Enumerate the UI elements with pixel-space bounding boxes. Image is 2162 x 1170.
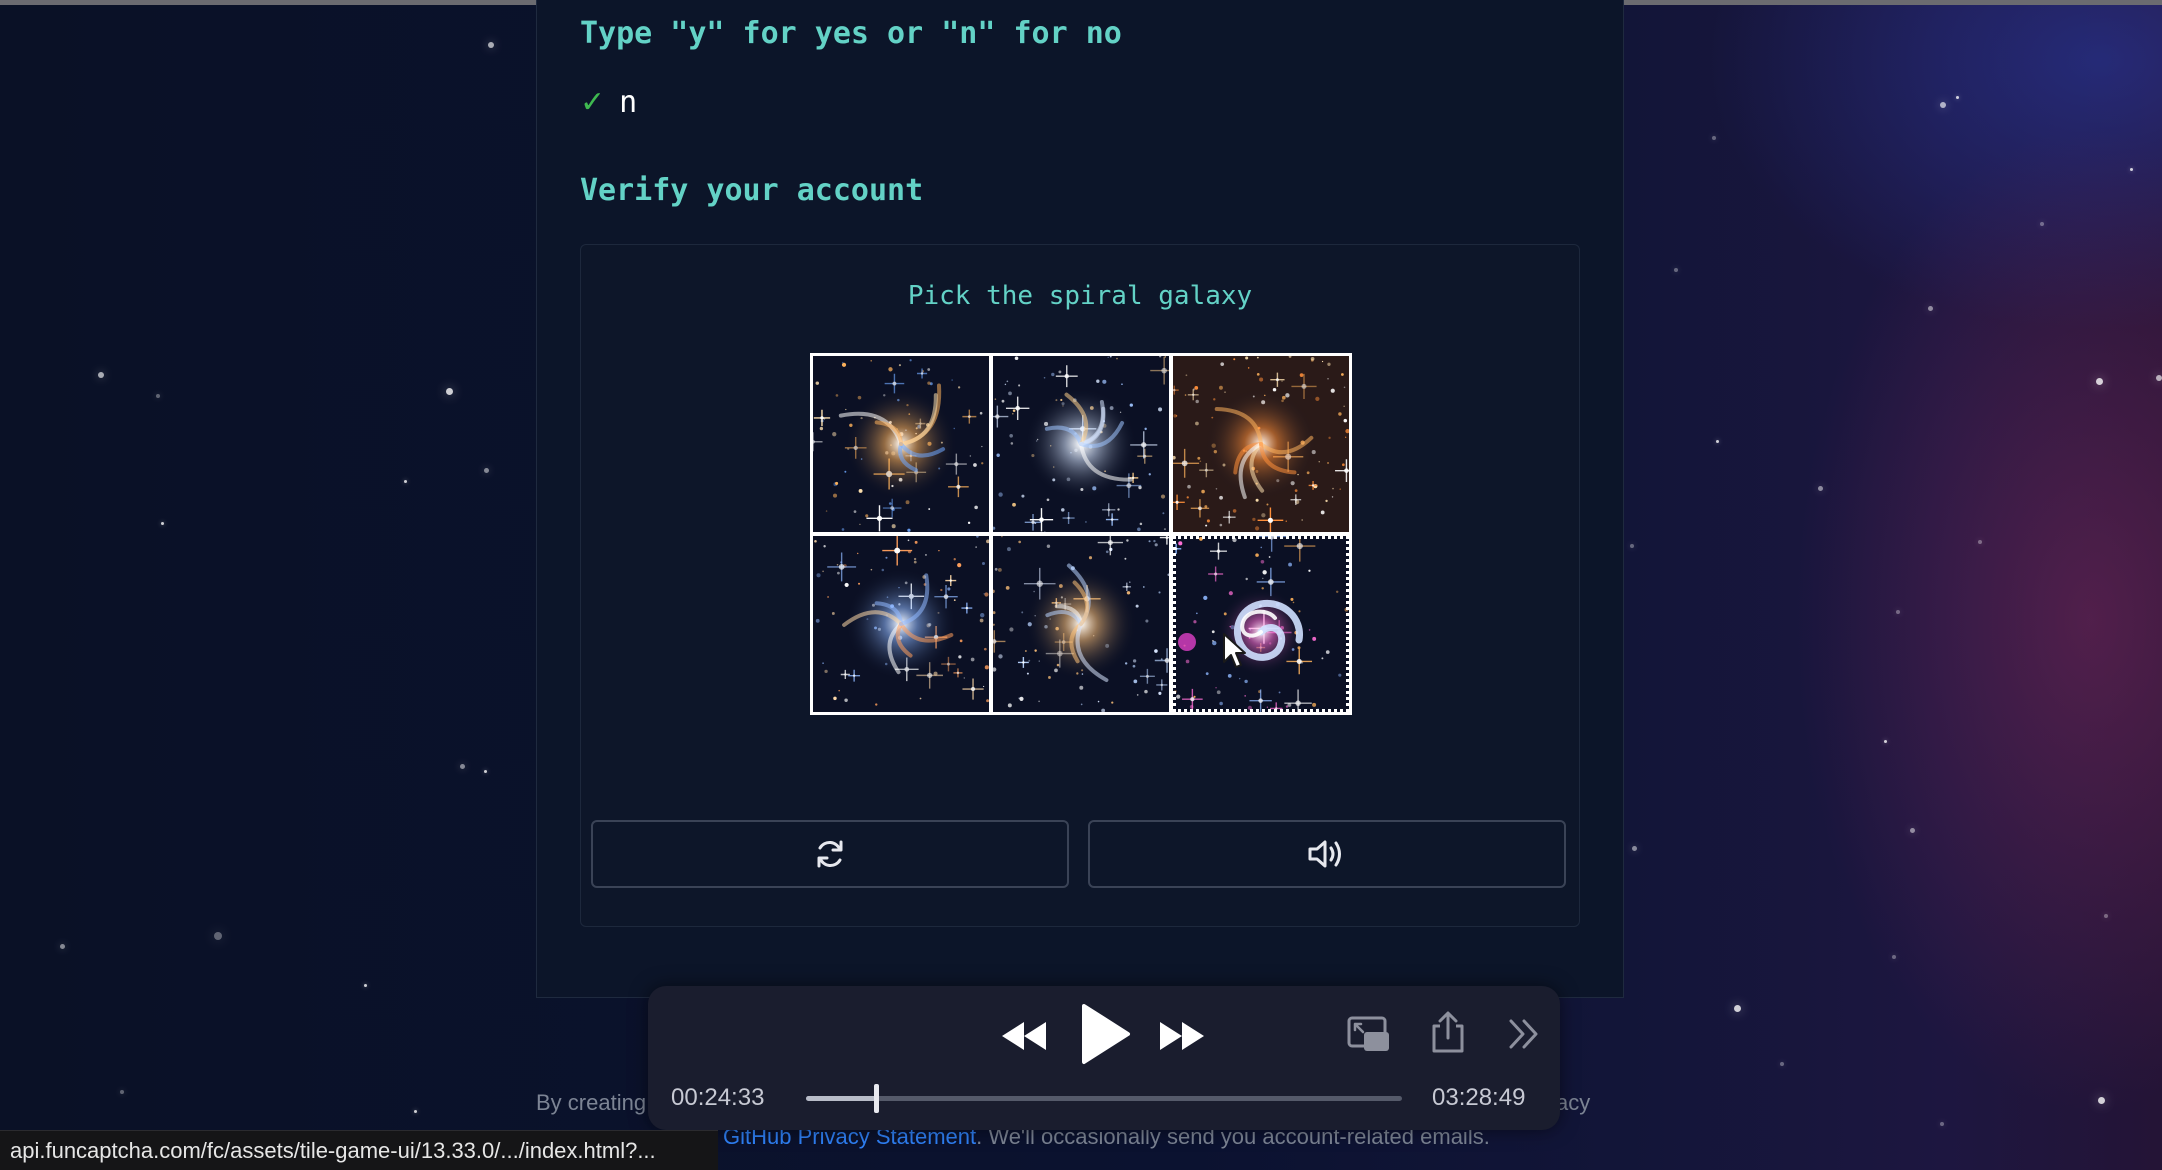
star [2040, 222, 2044, 226]
playback-speed-icon[interactable] [1506, 1016, 1542, 1052]
galaxy-cluster-image [813, 536, 989, 712]
captcha-tile-6[interactable] [1173, 536, 1349, 712]
star [1956, 96, 1959, 99]
terms-text-start: By creating [536, 1090, 647, 1115]
status-bar: api.funcaptcha.com/fc/assets/tile-game-u… [0, 1130, 718, 1170]
star [446, 388, 453, 395]
star [1940, 102, 1946, 108]
answer-value: n [619, 84, 638, 120]
star [2156, 375, 2162, 381]
star [60, 944, 65, 949]
star [2104, 914, 2108, 918]
star [214, 932, 222, 940]
star [161, 522, 164, 525]
galaxy-cluster-image [1173, 356, 1349, 532]
reload-challenge-button[interactable] [591, 820, 1069, 888]
star [484, 770, 487, 773]
galaxy-cluster-image [993, 356, 1169, 532]
star [1928, 306, 1933, 311]
star [1818, 486, 1823, 491]
answer-row: ✓ n [580, 82, 637, 122]
media-player-overlay: 00:24:33 03:28:49 [648, 986, 1560, 1130]
star [484, 468, 489, 473]
star [1712, 136, 1716, 140]
spiral-galaxy-image [1173, 536, 1349, 712]
verify-heading: Verify your account [580, 173, 924, 208]
progress-scrubber[interactable] [874, 1084, 880, 1113]
star [364, 984, 367, 987]
total-duration: 03:28:49 [1432, 1084, 1526, 1111]
picture-in-picture-icon[interactable] [1346, 1014, 1392, 1054]
star [1910, 828, 1915, 833]
star [1896, 610, 1900, 614]
captcha-instruction: Pick the spiral galaxy [907, 281, 1253, 311]
question-prompt: Type "y" for yes or "n" for no [580, 16, 1122, 51]
refresh-icon [817, 840, 843, 868]
star [1716, 440, 1719, 443]
star [2098, 1097, 2105, 1104]
star [1978, 540, 1982, 544]
galaxy-cluster-image [813, 356, 989, 532]
rewind-icon[interactable] [998, 1016, 1050, 1056]
star [156, 394, 160, 398]
star [1884, 740, 1887, 743]
star [2096, 378, 2103, 385]
speaker-icon [1308, 840, 1341, 868]
mouse-pointer-icon [1223, 633, 1246, 668]
captcha-tile-4[interactable] [813, 536, 989, 712]
star [488, 42, 494, 48]
captcha-image-grid [810, 353, 1352, 715]
galaxy-cluster-image [993, 536, 1169, 712]
captcha-tile-5[interactable] [993, 536, 1169, 712]
progress-track[interactable] [806, 1084, 1402, 1113]
star [1892, 955, 1896, 959]
star [1632, 846, 1637, 851]
audio-challenge-button[interactable] [1088, 820, 1566, 888]
captcha-frame: Pick the spiral galaxy [580, 244, 1580, 927]
star [1674, 268, 1678, 272]
star [404, 480, 407, 483]
share-icon[interactable] [1430, 1010, 1466, 1054]
progress-fill [806, 1096, 877, 1101]
elapsed-time: 00:24:33 [671, 1084, 765, 1111]
star [1734, 1005, 1741, 1012]
star [460, 764, 465, 769]
star [120, 1090, 124, 1094]
captcha-tile-3[interactable] [1173, 356, 1349, 532]
captcha-tile-1[interactable] [813, 356, 989, 532]
star [1630, 544, 1634, 548]
star [414, 1110, 417, 1113]
fast-forward-icon[interactable] [1156, 1016, 1208, 1056]
star [2130, 168, 2133, 171]
play-icon[interactable] [1078, 1002, 1132, 1066]
star [1940, 1122, 1944, 1126]
star [1780, 1062, 1784, 1066]
terms-text-end: acy [1556, 1090, 1591, 1115]
star [98, 372, 104, 378]
check-icon: ✓ [580, 85, 606, 119]
status-url: api.funcaptcha.com/fc/assets/tile-game-u… [10, 1138, 656, 1163]
captcha-tile-2[interactable] [993, 356, 1169, 532]
